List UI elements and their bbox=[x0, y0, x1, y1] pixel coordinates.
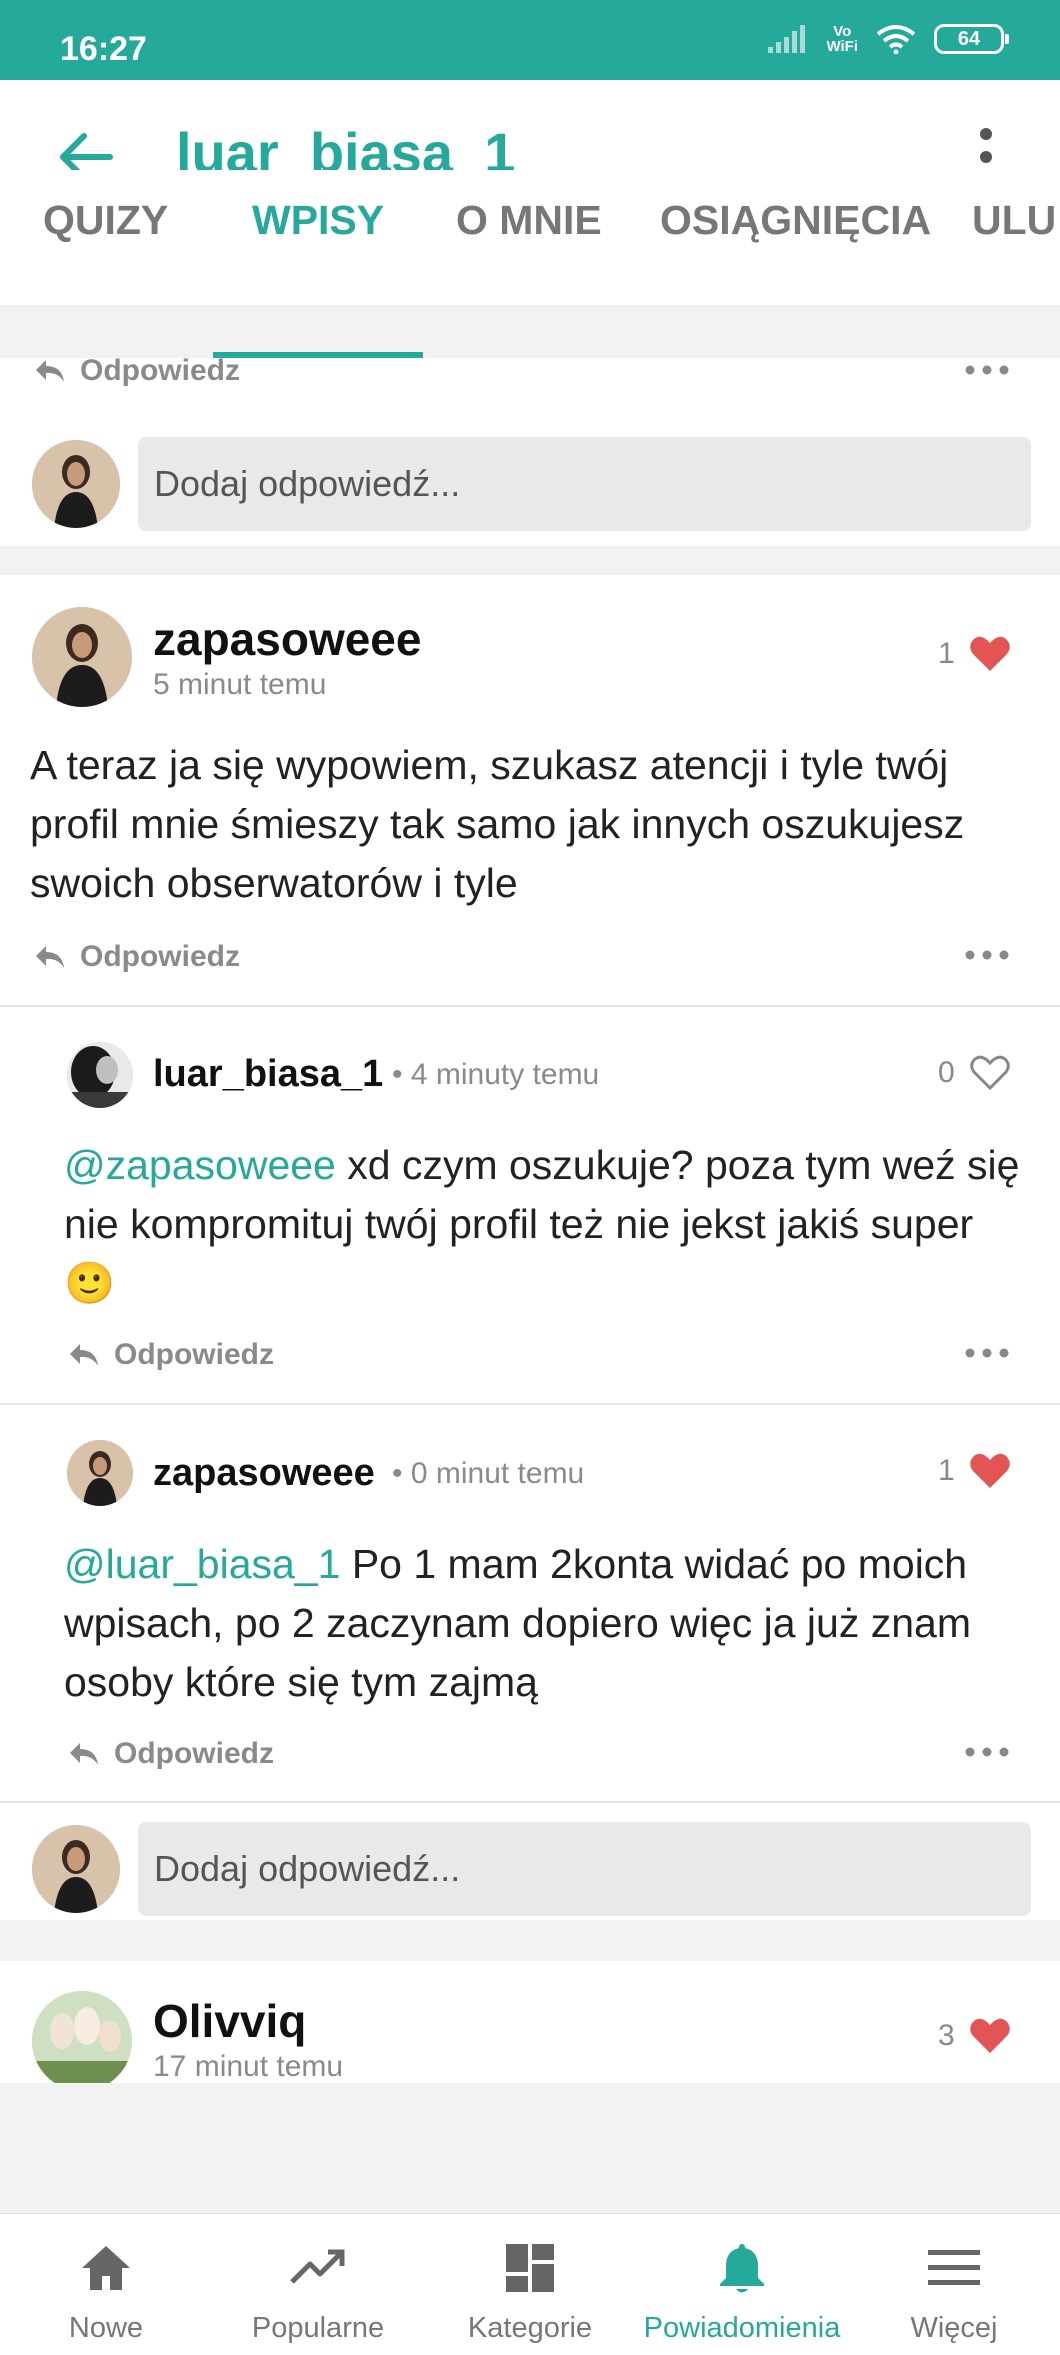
tab-ulubione[interactable]: ULU bbox=[972, 170, 1056, 280]
reply-label: Odpowiedz bbox=[114, 1737, 274, 1770]
post-time: 5 minut temu bbox=[153, 668, 327, 701]
post-author[interactable]: Olivviq bbox=[153, 1994, 306, 2048]
signal-icon bbox=[768, 25, 806, 53]
like-count: 1 bbox=[938, 637, 955, 670]
reply-input[interactable]: Dodaj odpowiedź... bbox=[138, 1822, 1031, 1916]
post-time: 17 minut temu bbox=[153, 2050, 344, 2083]
nav-label: Więcej bbox=[910, 2312, 998, 2344]
nav-popularne[interactable]: Popularne bbox=[212, 2214, 424, 2355]
reply-avatar[interactable] bbox=[67, 1042, 133, 1108]
status-time: 16:27 bbox=[60, 30, 147, 68]
reply-icon bbox=[36, 946, 64, 968]
grid-icon bbox=[506, 2244, 554, 2292]
home-icon bbox=[82, 2246, 130, 2290]
post-text: A teraz ja się wypowiem, szukasz atencji… bbox=[30, 742, 965, 906]
like-button[interactable]: 3 bbox=[938, 2017, 1011, 2055]
wifi-icon bbox=[876, 25, 916, 54]
nav-label: Popularne bbox=[251, 2312, 385, 2344]
reply-button[interactable]: Odpowiedz bbox=[34, 939, 240, 975]
like-count: 0 bbox=[938, 1056, 955, 1089]
reply-avatar[interactable] bbox=[67, 1440, 133, 1506]
reply-icon bbox=[70, 1344, 98, 1366]
battery-level: 64 bbox=[957, 27, 981, 50]
reply-label: Odpowiedz bbox=[80, 940, 240, 973]
profile-tabs: QUIZY WPISY O MNIE OSIĄGNIĘCIA ULU bbox=[0, 170, 1060, 280]
like-button[interactable]: 0 bbox=[938, 1054, 1011, 1092]
more-horizontal-icon[interactable] bbox=[962, 1742, 1012, 1762]
reply-text: @luar_biasa_1 Po 1 mam 2konta widać po m… bbox=[64, 1535, 1024, 1712]
post-author[interactable]: zapasoweee bbox=[153, 612, 421, 666]
more-horizontal-icon[interactable] bbox=[962, 360, 1012, 380]
tab-quizy[interactable]: QUIZY bbox=[43, 170, 168, 280]
mention-link[interactable]: @luar_biasa_1 bbox=[64, 1541, 340, 1587]
nav-label: Powiadomienia bbox=[643, 2312, 841, 2344]
reply-author[interactable]: zapasoweee bbox=[153, 1452, 375, 1495]
like-count: 3 bbox=[938, 2019, 955, 2052]
reply-time: • 0 minut temu bbox=[392, 1457, 585, 1490]
vowifi-top: Vo bbox=[833, 23, 852, 40]
nav-label: Kategorie bbox=[467, 2312, 593, 2344]
divider bbox=[0, 1005, 1060, 1007]
bottom-navigation: Nowe Popularne Kategorie Powiadomienia W… bbox=[0, 2213, 1060, 2355]
status-bar: 16:27 Vo WiFi 64 bbox=[0, 0, 1060, 80]
battery-icon: 64 bbox=[934, 24, 1009, 54]
reply-author[interactable]: luar_biasa_1 bbox=[153, 1053, 383, 1096]
tab-osiagniecia[interactable]: OSIĄGNIĘCIA bbox=[660, 170, 931, 280]
author-avatar[interactable] bbox=[32, 1991, 132, 2083]
like-button[interactable]: 1 bbox=[938, 635, 1011, 673]
mention-link[interactable]: @zapasoweee bbox=[64, 1142, 336, 1188]
more-horizontal-icon[interactable] bbox=[962, 1343, 1012, 1363]
like-count: 1 bbox=[938, 1454, 955, 1487]
reply-button[interactable]: Odpowiedz bbox=[68, 1736, 274, 1772]
menu-icon bbox=[928, 2250, 980, 2285]
nav-nowe[interactable]: Nowe bbox=[0, 2214, 212, 2355]
reply-label: Odpowiedz bbox=[114, 1338, 274, 1371]
divider bbox=[0, 1403, 1060, 1405]
reply-text: @zapasoweee xd czym oszukuje? poza tym w… bbox=[64, 1136, 1024, 1313]
reply-icon bbox=[70, 1743, 98, 1765]
author-avatar[interactable] bbox=[32, 607, 132, 707]
reply-icon bbox=[36, 360, 64, 382]
divider bbox=[0, 1801, 1060, 1803]
heart-outline-icon bbox=[969, 1055, 1010, 1091]
heart-filled-icon bbox=[969, 1453, 1010, 1488]
bell-icon bbox=[720, 2244, 764, 2293]
heart-filled-icon bbox=[969, 2018, 1010, 2053]
avatar bbox=[32, 1825, 120, 1913]
more-horizontal-icon[interactable] bbox=[962, 945, 1012, 965]
post-card: zapasoweee 5 minut temu 1 A teraz ja się… bbox=[0, 575, 1060, 1920]
heart-filled-icon bbox=[969, 636, 1010, 671]
avatar bbox=[32, 440, 120, 528]
reply-time: • 4 minuty temu bbox=[392, 1058, 600, 1091]
nav-powiadomienia[interactable]: Powiadomienia bbox=[636, 2214, 848, 2355]
nav-label: Nowe bbox=[68, 2312, 144, 2344]
nav-kategorie[interactable]: Kategorie bbox=[424, 2214, 636, 2355]
tab-wpisy[interactable]: WPISY bbox=[252, 170, 384, 280]
tab-o-mnie[interactable]: O MNIE bbox=[456, 170, 602, 280]
like-button[interactable]: 1 bbox=[938, 1452, 1011, 1490]
reply-label: Odpowiedz bbox=[80, 354, 240, 387]
reply-button[interactable]: Odpowiedz bbox=[68, 1337, 274, 1373]
vowifi-bottom: WiFi bbox=[826, 38, 858, 55]
status-icons: Vo WiFi 64 bbox=[768, 24, 1009, 54]
trending-icon bbox=[290, 2249, 345, 2284]
vowifi-icon: Vo WiFi bbox=[826, 24, 858, 54]
previous-post-card: Odpowiedz Dodaj odpowiedź... bbox=[0, 354, 1060, 546]
reply-button[interactable]: Odpowiedz bbox=[34, 354, 240, 387]
post-card: Olivviq 17 minut temu 3 bbox=[0, 1961, 1060, 2083]
nav-wiecej[interactable]: Więcej bbox=[848, 2214, 1060, 2355]
reply-input[interactable]: Dodaj odpowiedź... bbox=[138, 437, 1031, 531]
